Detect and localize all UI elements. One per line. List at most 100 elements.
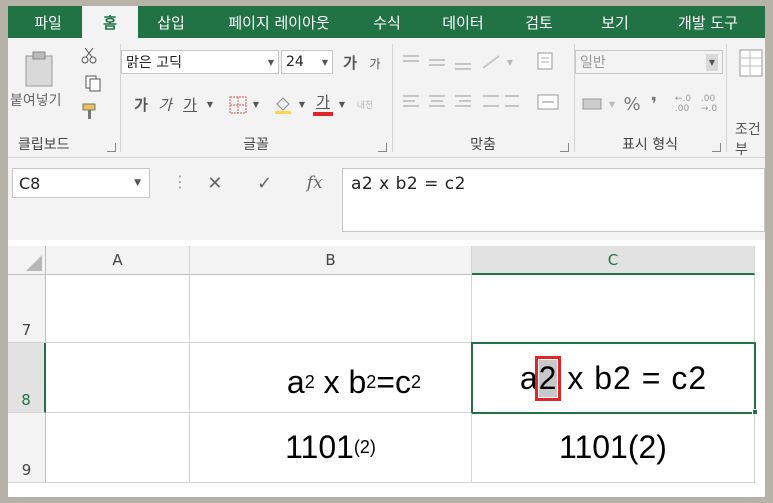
column-header-b[interactable]: B <box>190 246 472 275</box>
cell-b9-main: 1101 <box>285 429 354 465</box>
resize-handle-icon[interactable]: ⋮ <box>172 172 188 191</box>
row-header-8[interactable]: 8 <box>8 343 46 413</box>
cell-a7[interactable] <box>46 275 190 343</box>
clipboard-group-label: 클립보드 <box>18 137 70 153</box>
fill-color-icon[interactable] <box>271 92 295 116</box>
paste-label: 붙여넣기 <box>10 93 62 109</box>
tab-page-layout[interactable]: 페이지 레이아웃 <box>204 6 354 38</box>
formula-buttons: ✕ ✓ fx <box>190 168 340 198</box>
accounting-format-icon[interactable] <box>579 92 607 116</box>
alignment-group-label: 맞춤 <box>470 137 496 153</box>
ribbon: 붙여넣기 클립보드 맑은 고딕 ▼ 24 ▼ 가 가 가 가 가 ▼ ▼ ▼ 가… <box>8 38 765 178</box>
chevron-down-icon[interactable]: ▼ <box>607 92 617 116</box>
number-format-select[interactable]: 일반 ▼ <box>575 50 723 74</box>
tab-formulas[interactable]: 수식 <box>354 6 420 38</box>
clipboard-group: 붙여넣기 클립보드 <box>8 38 120 158</box>
paste-button[interactable] <box>16 46 64 92</box>
tab-data[interactable]: 데이터 <box>420 6 506 38</box>
decrease-decimal-button[interactable]: .00 →.0 <box>697 90 721 118</box>
font-color-button[interactable]: 가 <box>311 90 335 116</box>
formula-bar: C8 ▼ ⋮ ✕ ✓ fx a2 x b2 = c2 <box>8 158 765 240</box>
cell-b9[interactable]: 1101 (2) <box>190 413 472 483</box>
font-size-select[interactable]: 24 ▼ <box>281 50 333 74</box>
cell-b8-b-sup: 2 <box>366 372 377 392</box>
font-name-select[interactable]: 맑은 고딕 ▼ <box>121 50 279 74</box>
chevron-down-icon[interactable]: ▼ <box>251 92 261 116</box>
styles-group: 조건부 서식 <box>727 38 765 178</box>
chevron-down-icon[interactable]: ▼ <box>297 92 307 116</box>
fill-handle[interactable] <box>752 409 758 415</box>
format-painter-icon[interactable] <box>78 100 100 122</box>
borders-icon[interactable] <box>227 94 249 116</box>
underline-button[interactable]: 가 <box>179 92 201 116</box>
worksheet-grid: A B C 7 8 9 a2 x b 2 = c 2 a2 x b2 = c2 1101… <box>8 240 765 497</box>
cell-b8-c-sup: 2 <box>410 372 421 392</box>
phonetic-guide-button[interactable]: 내천 <box>353 92 377 116</box>
grow-font-button[interactable]: 가 <box>339 50 361 74</box>
copy-icon[interactable] <box>78 72 108 94</box>
bold-button[interactable]: 가 <box>131 92 151 116</box>
clipboard-launcher-icon[interactable] <box>107 143 116 152</box>
cell-b8-x: x <box>314 364 349 400</box>
merge-center-icon[interactable] <box>533 90 563 114</box>
cell-b8-a: a <box>286 364 305 400</box>
tab-home[interactable]: 홈 <box>82 6 138 38</box>
tab-developer[interactable]: 개발 도구 <box>658 6 758 38</box>
font-color-bar <box>313 111 333 116</box>
tab-file[interactable]: 파일 <box>14 6 82 38</box>
excel-window: 파일 홈 삽입 페이지 레이아웃 수식 데이터 검토 보기 개발 도구 붙여넣기 <box>8 6 765 497</box>
column-header-c[interactable]: C <box>472 246 755 275</box>
name-box-value: C8 <box>19 173 41 193</box>
select-all-button[interactable] <box>8 246 46 275</box>
font-group-label: 글꼴 <box>243 137 269 153</box>
chevron-down-icon: ▼ <box>134 178 141 188</box>
chevron-down-icon[interactable]: ▼ <box>205 92 215 116</box>
row-header-9[interactable]: 9 <box>8 413 46 483</box>
tab-insert[interactable]: 삽입 <box>138 6 204 38</box>
vertical-align-icons <box>403 55 500 70</box>
formula-input[interactable]: a2 x b2 = c2 <box>342 168 765 232</box>
cell-c8-pre: a <box>519 359 539 396</box>
font-name-value: 맑은 고딕 <box>126 55 182 71</box>
cancel-icon[interactable]: ✕ <box>207 173 222 194</box>
percent-style-button[interactable]: % <box>621 92 643 116</box>
italic-button[interactable]: 가 <box>155 92 175 116</box>
cell-c8-post: x b2 = c2 <box>557 359 708 396</box>
cell-b8-eq: = <box>376 364 395 400</box>
chevron-down-icon: ▼ <box>267 57 274 67</box>
cell-b8-a-sup: 2 <box>304 372 315 392</box>
font-color-glyph: 가 <box>316 92 330 111</box>
tab-review[interactable]: 검토 <box>506 6 572 38</box>
font-launcher-icon[interactable] <box>378 143 387 152</box>
font-group: 맑은 고딕 ▼ 24 ▼ 가 가 가 가 가 ▼ ▼ ▼ 가 ▼ 내천 글꼴 <box>121 38 391 158</box>
row-header-7[interactable]: 7 <box>8 275 46 343</box>
name-box[interactable]: C8 ▼ <box>12 168 150 198</box>
cell-b7[interactable] <box>190 275 472 343</box>
font-size-value: 24 <box>286 54 304 70</box>
cell-a9[interactable] <box>46 413 190 483</box>
alignment-launcher-icon[interactable] <box>560 143 569 152</box>
cell-a8[interactable] <box>46 343 190 413</box>
conditional-formatting-icon[interactable] <box>737 46 765 80</box>
cell-c9[interactable]: 1101(2) <box>472 413 755 483</box>
number-launcher-icon[interactable] <box>712 143 721 152</box>
cut-icon[interactable] <box>78 44 100 66</box>
cell-c8[interactable]: a2 x b2 = c2 <box>471 342 756 414</box>
shrink-font-button[interactable]: 가 <box>365 52 385 74</box>
insert-function-icon[interactable]: fx <box>307 173 323 193</box>
tab-view[interactable]: 보기 <box>572 6 658 38</box>
cell-c7[interactable] <box>472 275 755 343</box>
enter-icon[interactable]: ✓ <box>257 173 272 194</box>
horizontal-align-icons <box>403 95 519 107</box>
alignment-group: ▼ 맞춤 <box>393 38 573 158</box>
chevron-down-icon[interactable]: ▼ <box>337 92 347 116</box>
chevron-down-icon[interactable]: ▼ <box>505 52 515 72</box>
wrap-text-icon[interactable] <box>533 48 559 74</box>
column-header-a[interactable]: A <box>46 246 190 275</box>
cell-b8[interactable]: a2 x b 2 = c 2 <box>190 343 472 413</box>
comma-style-button[interactable]: ❜ <box>645 92 663 116</box>
number-group-label: 표시 형식 <box>622 137 678 153</box>
number-group: 일반 ▼ ▼ % ❜ ←.0 .00 .00 →.0 표시 형식 <box>575 38 725 158</box>
increase-decimal-button[interactable]: ←.0 .00 <box>671 90 695 118</box>
conditional-label-line1: 조건부 <box>735 122 761 158</box>
